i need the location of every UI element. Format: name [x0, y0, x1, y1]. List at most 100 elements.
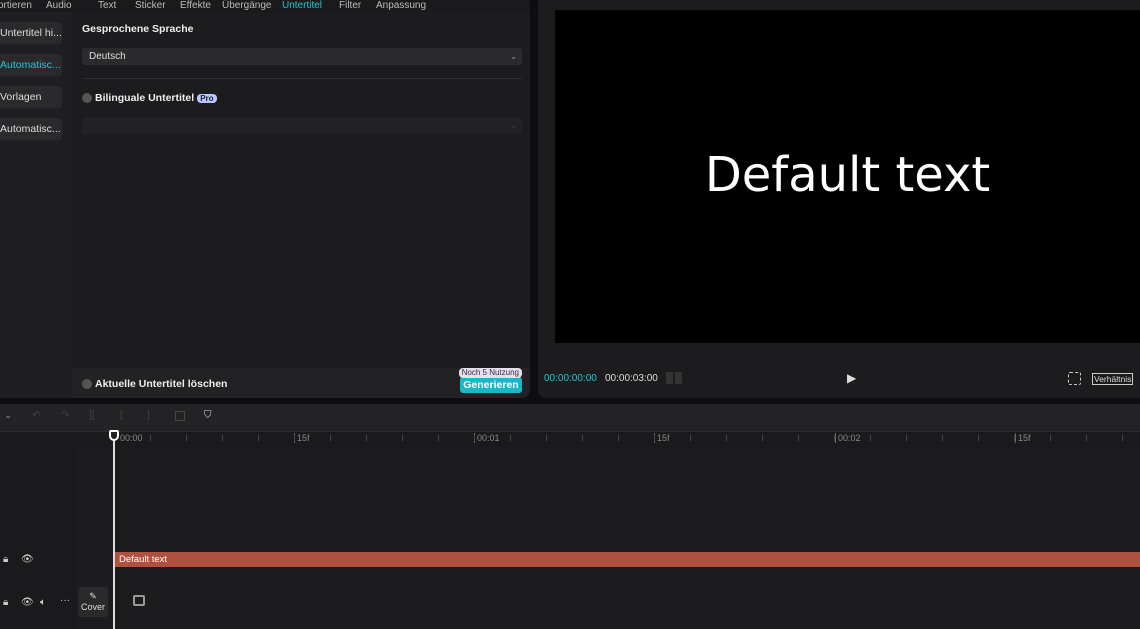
ruler-tick: [222, 435, 223, 441]
tab-import[interactable]: ortieren: [0, 0, 32, 11]
lock-icon[interactable]: 🔒︎: [3, 597, 8, 608]
bilingual-language-select[interactable]: ⌄: [82, 117, 522, 134]
playhead-handle[interactable]: [109, 430, 119, 441]
ruler-tick: [258, 435, 259, 441]
cover-button[interactable]: ✎ Cover: [78, 587, 108, 617]
grid-icon[interactable]: [666, 372, 682, 384]
spoken-language-label: Gesprochene Sprache: [82, 23, 194, 35]
ruler-tick: [438, 435, 439, 441]
sidebar-item-auto-lyrics[interactable]: Automatisc...: [0, 118, 62, 140]
lock-icon[interactable]: 🔒︎: [3, 554, 8, 565]
bilingual-toggle[interactable]: Bilinguale Untertitel Pro: [82, 92, 217, 104]
divider: [82, 78, 522, 79]
ruler-tick: [1122, 435, 1123, 441]
subtitle-sidebar: Untertitel hi... Automatisc... Vorlagen …: [0, 10, 72, 398]
panel-footer: Aktuelle Untertitel löschen Generieren N…: [72, 368, 530, 398]
redo-icon[interactable]: ↷: [61, 410, 69, 421]
current-time: 00:00:00:00: [544, 373, 597, 384]
ruler-label: 00:01: [474, 433, 500, 443]
ruler-tick: [654, 435, 655, 441]
ruler-tick: [726, 435, 727, 441]
ruler-tick: [762, 435, 763, 441]
ruler-tick: [546, 435, 547, 441]
trim-left-icon[interactable]: [: [120, 410, 123, 421]
generate-button[interactable]: Generieren: [460, 377, 522, 393]
ruler-label: 15f: [654, 433, 670, 443]
ruler-tick: [330, 435, 331, 441]
chevron-down-icon: ⌄: [510, 121, 517, 130]
ruler-tick: [1014, 435, 1015, 441]
checkbox-icon[interactable]: [82, 93, 92, 104]
tab-subtitles[interactable]: Untertitel: [282, 0, 322, 11]
timeline-tracks: [0, 449, 1140, 629]
ruler-tick: [402, 435, 403, 441]
ruler-tick: [510, 435, 511, 441]
clear-subtitles-label: Aktuelle Untertitel löschen: [95, 378, 228, 390]
tab-transitions[interactable]: Übergänge: [222, 0, 271, 11]
ruler-tick: [618, 435, 619, 441]
eye-icon[interactable]: 👁︎: [21, 554, 34, 565]
ruler-tick: [366, 435, 367, 441]
ruler-tick: [582, 435, 583, 441]
bilingual-label: Bilinguale Untertitel: [95, 92, 195, 104]
ruler-tick: [1050, 435, 1051, 441]
ruler-tick: [942, 435, 943, 441]
spoken-language-select[interactable]: Deutsch ⌄: [82, 48, 522, 65]
ratio-button[interactable]: Verhältnis: [1092, 373, 1134, 385]
top-tab-bar: ortieren Audio Text Sticker Effekte Über…: [0, 0, 530, 12]
eye-icon[interactable]: 👁︎: [21, 597, 34, 608]
ruler-tick: [834, 435, 835, 441]
timeline-ruler[interactable]: 00:00 15f 00:01 15f 00:02 15f: [0, 431, 1140, 449]
delete-icon[interactable]: [175, 411, 185, 421]
clear-subtitles-toggle[interactable]: Aktuelle Untertitel löschen: [82, 378, 227, 390]
split-icon[interactable]: ][: [89, 410, 95, 421]
ruler-tick: [1086, 435, 1087, 441]
undo-icon[interactable]: ↶: [32, 410, 40, 421]
edit-icon: ✎: [89, 591, 97, 601]
sidebar-item-auto-subtitles[interactable]: Automatisc...: [0, 54, 62, 76]
ruler-tick: [798, 435, 799, 441]
audio-icon[interactable]: 🔈︎: [40, 597, 46, 608]
ruler-tick: [294, 435, 295, 441]
tab-sticker[interactable]: Sticker: [135, 0, 166, 11]
ruler-tick: [906, 435, 907, 441]
cover-label: Cover: [80, 602, 105, 612]
video-text: Default text: [704, 147, 991, 203]
play-icon[interactable]: ▶: [847, 371, 856, 385]
timeline-toolbar: ⌄ ↶ ↷ ][ [ ] ⛉: [0, 404, 1140, 431]
chevron-down-icon: ⌄: [510, 52, 517, 61]
chevron-down-icon[interactable]: ⌄: [4, 410, 12, 421]
ruler-tick: [870, 435, 871, 441]
fullscreen-zoom-icon[interactable]: [1068, 372, 1081, 385]
trim-right-icon[interactable]: ]: [147, 410, 150, 421]
tab-effects[interactable]: Effekte: [180, 0, 211, 11]
tab-audio[interactable]: Audio: [46, 0, 72, 11]
ruler-tick: [690, 435, 691, 441]
ruler-label: 00:02: [835, 433, 861, 443]
usage-badge: Noch 5 Nutzung: [458, 368, 522, 378]
film-icon: [133, 595, 145, 606]
sidebar-item-subtitle-upload[interactable]: Untertitel hi...: [0, 22, 62, 44]
tab-filter[interactable]: Filter: [339, 0, 361, 11]
track-headers: 🔒︎ 👁︎ 🔒︎ 👁︎ 🔈︎ ···: [0, 449, 75, 629]
tab-text[interactable]: Text: [98, 0, 116, 11]
auto-subtitle-panel: Gesprochene Sprache Deutsch ⌄ Bilinguale …: [72, 10, 530, 368]
checkbox-icon[interactable]: [82, 379, 92, 390]
video-canvas[interactable]: Default text: [555, 10, 1140, 343]
ruler-label: 00:00: [120, 433, 143, 443]
more-icon[interactable]: ···: [60, 595, 70, 606]
marker-icon[interactable]: ⛉: [204, 410, 212, 421]
tab-adjust[interactable]: Anpassung: [376, 0, 426, 11]
ruler-tick: [186, 435, 187, 441]
text-clip[interactable]: Default text: [115, 552, 1140, 567]
ruler-label: 15f: [294, 433, 310, 443]
ruler-label: 15f: [1015, 433, 1031, 443]
playhead[interactable]: [113, 431, 115, 629]
sidebar-item-templates[interactable]: Vorlagen: [0, 86, 62, 108]
ruler-tick: [150, 435, 151, 441]
pro-badge: Pro: [197, 93, 217, 103]
total-time: 00:00:03:00: [605, 373, 658, 384]
ruler-tick: [978, 435, 979, 441]
spoken-language-value: Deutsch: [89, 51, 126, 62]
ruler-tick: [474, 435, 475, 441]
